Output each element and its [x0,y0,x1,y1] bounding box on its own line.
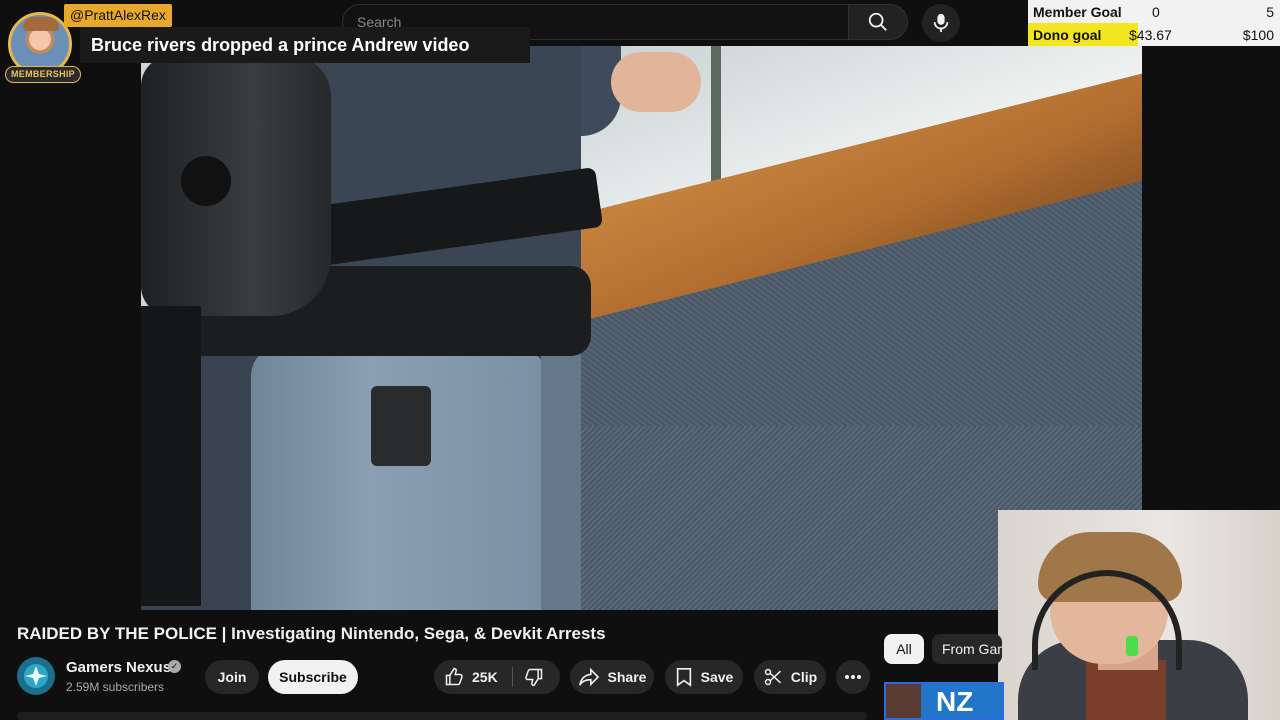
alert-message: Bruce rivers dropped a prince Andrew vid… [80,27,530,63]
mic-icon [933,13,949,33]
webcam-mic-light [1126,636,1138,656]
channel-name[interactable]: Gamers Nexus [66,659,171,676]
join-button[interactable]: Join [205,660,259,694]
video-backpack-knob [181,156,231,206]
channel-avatar[interactable] [17,657,55,695]
like-divider [512,667,513,687]
subscribe-button[interactable]: Subscribe [268,660,358,694]
member-goal-row: Member Goal 0 5 [1028,0,1280,23]
share-icon [578,667,599,687]
description-box-edge [17,712,867,720]
clip-button[interactable]: Clip [754,660,826,694]
thumbs-up-icon [445,667,463,686]
verified-check-icon: ✓ [168,660,181,673]
video-wireless-mic-device [371,386,431,466]
save-label: Save [700,669,734,685]
video-hand [611,52,701,112]
like-button[interactable]: 25K [444,667,498,687]
membership-badge: MEMBERSHIP [5,66,81,83]
member-goal-current: 0 [1152,4,1160,20]
video-person [141,46,701,610]
bookmark-icon [676,668,691,687]
clip-label: Clip [790,669,818,685]
gamers-nexus-logo-icon [24,664,48,688]
search-icon [868,12,887,31]
dono-goal-target: $100 [1242,27,1274,43]
more-horizontal-icon [845,675,861,679]
more-actions-button[interactable] [836,660,870,694]
member-goal-target: 5 [1266,4,1274,20]
voice-search-button[interactable] [922,4,960,42]
dono-goal-label: Dono goal [1033,27,1102,43]
like-dislike-group: 25K [434,660,560,694]
save-button[interactable]: Save [665,660,743,694]
video-title: RAIDED BY THE POLICE | Investigating Nin… [17,624,606,643]
share-button[interactable]: Share [570,660,654,694]
dono-goal-row: Dono goal $43.67 $100 [1028,23,1280,46]
search-button[interactable] [848,4,908,40]
chip-from-channel[interactable]: From Gam [932,634,1002,664]
streamer-webcam [998,510,1280,720]
member-goal-label: Member Goal [1033,4,1122,20]
subscriber-count: 2.59M subscribers [66,680,165,694]
video-backpack [141,56,331,316]
video-hanging-strap [141,306,201,606]
alert-username: @PrattAlexRex [64,4,172,27]
share-label: Share [607,669,647,685]
thumbnail-text: NZ [936,686,974,717]
video-jeans-shadow [541,346,581,610]
like-count: 25K [472,669,498,685]
recommended-video-thumbnail[interactable]: NZ [884,682,1004,720]
chip-all[interactable]: All [884,634,924,664]
video-player[interactable] [141,46,1142,610]
goal-widget: Member Goal 0 5 Dono goal $43.67 $100 [1028,0,1280,46]
scissors-icon [764,668,781,686]
dislike-button[interactable] [524,667,544,690]
thumbs-down-icon [525,668,543,687]
dono-goal-current: $43.67 [1129,27,1172,43]
